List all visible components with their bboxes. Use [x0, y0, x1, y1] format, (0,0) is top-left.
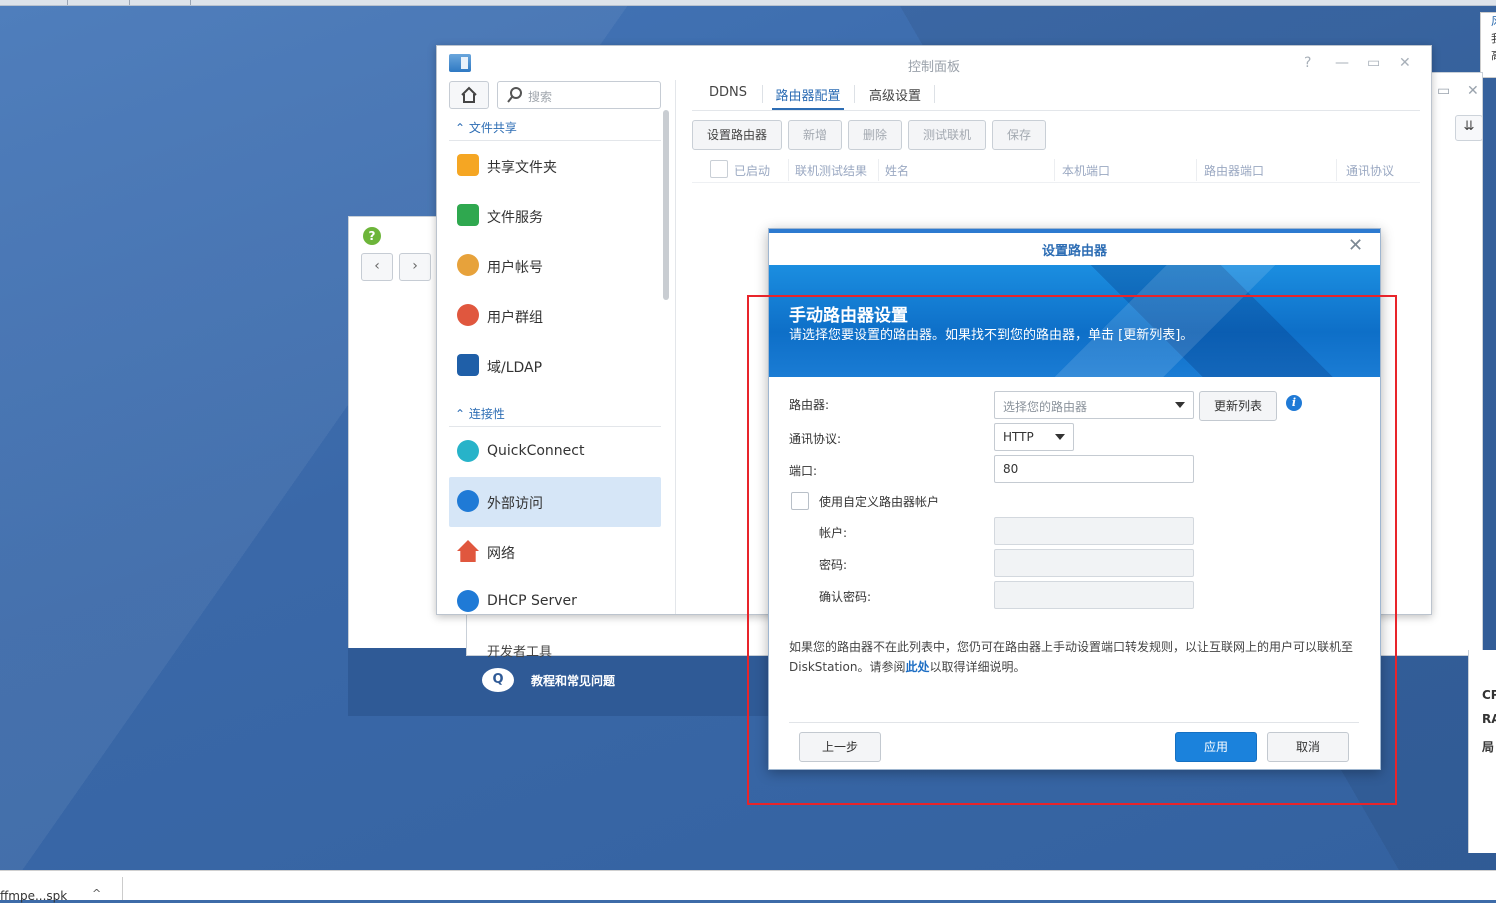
sidebar-item-label: 文件服务: [487, 210, 543, 226]
home-icon: [461, 86, 477, 103]
minimize-icon[interactable]: —: [1335, 55, 1349, 71]
test-connection-button[interactable]: 测试联机: [908, 120, 986, 150]
notification-line: 风: [1481, 13, 1496, 30]
control-panel-titlebar[interactable]: 控制面板 ? — ▭ ✕: [437, 46, 1431, 80]
highlight-annotation-box: [747, 295, 1397, 805]
close-icon[interactable]: ✕: [1348, 237, 1363, 255]
sidebar-item-external-access[interactable]: 外部访问: [449, 477, 661, 527]
tab-router-config[interactable]: 路由器配置: [772, 85, 844, 110]
network-icon: [457, 540, 479, 562]
sidebar-item-shared-folder[interactable]: 共享文件夹: [449, 141, 661, 191]
resource-monitor-widget: CP RA 局: [1468, 650, 1496, 853]
download-bar: ffmpe...spk ^: [0, 870, 1496, 903]
sidebar-item-group[interactable]: 用户群组: [449, 291, 661, 341]
help-icon[interactable]: ?: [363, 227, 381, 245]
chevron-up-icon[interactable]: ^: [92, 887, 101, 900]
back-nav-button[interactable]: ‹: [361, 253, 393, 281]
sidebar-item-dhcp-server[interactable]: DHCP Server: [449, 577, 661, 614]
shared-folder-icon: [457, 154, 479, 176]
sidebar-item-quickconnect[interactable]: QuickConnect: [449, 427, 661, 477]
notification-line: 我: [1481, 30, 1496, 47]
sidebar-item-label: DHCP Server: [487, 593, 577, 609]
sidebar-item-file-services[interactable]: 文件服务: [449, 191, 661, 241]
section-file-sharing[interactable]: ⌃ 文件共享: [455, 119, 517, 136]
sidebar-scrollbar[interactable]: [663, 110, 669, 300]
group-icon: [457, 304, 479, 326]
sidebar-item-label: 域/LDAP: [487, 360, 543, 376]
tab-ddns[interactable]: DDNS: [700, 85, 756, 110]
file-services-icon: [457, 204, 479, 226]
sidebar-item-label: 用户帐号: [487, 260, 543, 276]
sidebar-item-domain-ldap[interactable]: 域/LDAP: [449, 341, 661, 391]
sidebar-item-user[interactable]: 用户帐号: [449, 241, 661, 291]
top-taskbar: [0, 0, 1496, 6]
select-all-checkbox[interactable]: [710, 160, 728, 178]
widget-label: RA: [1482, 712, 1496, 726]
save-button[interactable]: 保存: [992, 120, 1046, 150]
sidebar-item-label: 用户群组: [487, 310, 543, 326]
column-header[interactable]: 本机端口: [1062, 162, 1110, 179]
widget-label: CP: [1482, 688, 1496, 702]
setup-router-button[interactable]: 设置路由器: [692, 120, 782, 150]
external-access-icon: [457, 490, 479, 512]
close-icon[interactable]: ✕: [1399, 55, 1411, 71]
search-placeholder: 搜索: [528, 90, 553, 104]
tab-advanced[interactable]: 高级设置: [862, 85, 928, 110]
column-header[interactable]: 联机测试结果: [795, 162, 867, 179]
sidebar-item-label: QuickConnect: [487, 443, 585, 459]
column-header[interactable]: 路由器端口: [1204, 162, 1264, 179]
sort-icon[interactable]: ⇊: [1455, 115, 1483, 141]
forward-nav-button[interactable]: ›: [399, 253, 431, 281]
close-icon[interactable]: ✕: [1467, 83, 1479, 99]
faq-bubble-icon: Q: [482, 668, 514, 692]
sidebar-item-label: 共享文件夹: [487, 160, 557, 176]
maximize-icon[interactable]: ▭: [1437, 83, 1450, 99]
help-footer: Q 教程和常见问题: [348, 648, 768, 716]
section-label: 文件共享: [468, 121, 517, 135]
faq-link[interactable]: 教程和常见问题: [531, 672, 615, 689]
tab-bar: DDNS 路由器配置 高级设置: [692, 80, 1420, 111]
help-icon[interactable]: ?: [1304, 55, 1311, 71]
sidebar-item-label: 外部访问: [487, 496, 543, 512]
window-title: 控制面板: [907, 60, 960, 75]
delete-button[interactable]: 删除: [848, 120, 902, 150]
section-connectivity[interactable]: ⌃ 连接性: [455, 405, 505, 422]
notification-line: 高: [1481, 47, 1496, 64]
dhcp-server-icon: [457, 590, 479, 612]
dev-tools-item[interactable]: 开发者工具: [487, 641, 552, 660]
home-button[interactable]: [449, 81, 489, 109]
search-icon: [507, 87, 522, 103]
sidebar-item-label: 网络: [487, 546, 515, 562]
user-icon: [457, 254, 479, 276]
widget-label: 局: [1482, 740, 1495, 754]
quickconnect-icon: [457, 440, 479, 462]
maximize-icon[interactable]: ▭: [1367, 55, 1380, 71]
column-header[interactable]: 已启动: [734, 162, 770, 179]
table-header: 已启动 联机测试结果 姓名 本机端口 路由器端口 通讯协议: [692, 156, 1420, 183]
search-input[interactable]: 搜索: [497, 81, 661, 109]
add-button[interactable]: 新增: [788, 120, 842, 150]
dialog-title: 设置路由器: [1041, 244, 1107, 259]
sidebar: 搜索 ⌃ 文件共享 共享文件夹 文件服务 用户帐号 用户群组 域/LDAP ⌃ …: [437, 80, 675, 614]
sidebar-item-network[interactable]: 网络: [449, 527, 661, 577]
column-header[interactable]: 姓名: [885, 162, 909, 179]
notification-popup[interactable]: 风 我 高: [1480, 12, 1496, 78]
domain-ldap-icon: [457, 354, 479, 376]
download-filename[interactable]: ffmpe...spk: [0, 889, 67, 903]
column-header[interactable]: 通讯协议: [1346, 162, 1394, 179]
section-label: 连接性: [468, 407, 505, 421]
